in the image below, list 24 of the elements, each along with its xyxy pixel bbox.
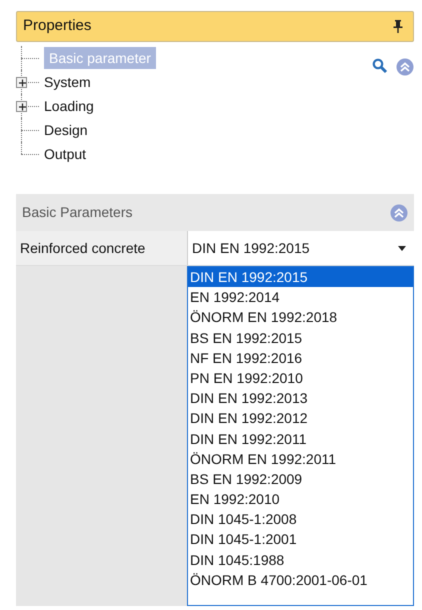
dropdown-option[interactable]: DIN EN 1992:2013 (188, 388, 413, 408)
tree-item[interactable]: Loading (44, 95, 100, 117)
dropdown-option[interactable]: EN 1992:2010 (188, 489, 413, 510)
dropdown-option[interactable]: ÖNORM B 4700:2001-06-01 (188, 570, 413, 590)
dropdown-option[interactable]: DIN 1045-1:2008 (188, 509, 413, 530)
dropdown-option[interactable]: DIN EN 1992:2012 (188, 408, 413, 428)
dropdown-option[interactable]: BS EN 1992:2015 (188, 328, 413, 348)
tree-item[interactable]: Design (44, 119, 94, 141)
tree-item[interactable]: System (44, 71, 97, 93)
dropdown-option[interactable]: DIN EN 1992:2015 (188, 267, 413, 288)
dropdown-field[interactable]: DIN EN 1992:2015 (187, 231, 414, 265)
dropdown-option[interactable]: NF EN 1992:2016 (188, 348, 413, 368)
dropdown-option[interactable]: ÖNORM EN 1992:2018 (188, 307, 413, 328)
dropdown-option[interactable]: EN 1992:2014 (188, 287, 413, 308)
property-label: Reinforced concrete (19, 238, 146, 258)
dropdown-option[interactable]: DIN 1045:1988 (188, 550, 413, 570)
tree-item[interactable]: Output (44, 143, 92, 165)
dropdown-option[interactable]: ÖNORM EN 1992:2011 (188, 448, 413, 469)
dropdown-option[interactable]: DIN 1045-1:2001 (188, 529, 413, 550)
section-title: Basic Parameters (22, 203, 132, 222)
dropdown-option[interactable]: PN EN 1992:2010 (188, 368, 413, 388)
panel-title: Properties (23, 16, 92, 36)
dropdown-option[interactable]: DIN EN 1992:2011 (188, 428, 413, 449)
dropdown-option[interactable]: BS EN 1992:2009 (188, 468, 413, 490)
